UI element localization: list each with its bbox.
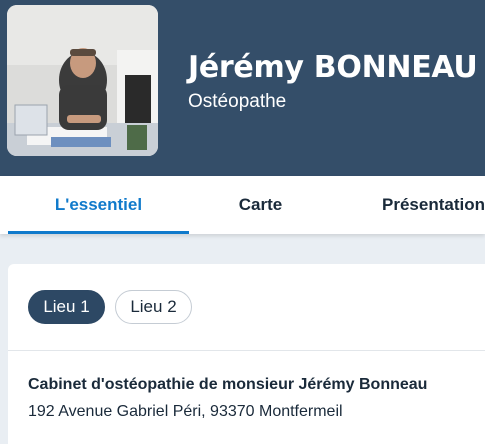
tab-essentiel[interactable]: L'essentiel: [8, 176, 189, 234]
tab-bar: L'essentiel Carte Présentation: [0, 176, 485, 234]
profile-photo: [7, 5, 158, 156]
cabinet-name: Cabinet d'ostéopathie de monsieur Jérémy…: [28, 376, 428, 393]
profile-header: Jérémy BONNEAU Ostéopathe: [0, 0, 485, 176]
practitioner-name: Jérémy BONNEAU: [188, 50, 478, 85]
tab-presentation[interactable]: Présentation: [382, 176, 485, 234]
cabinet-address: 192 Avenue Gabriel Péri, 93370 Montferme…: [28, 403, 343, 420]
location-card: Lieu 1 Lieu 2 Cabinet d'ostéopathie de m…: [8, 264, 485, 444]
tab-carte[interactable]: Carte: [189, 176, 332, 234]
divider: [8, 350, 485, 351]
location-chip-1[interactable]: Lieu 1: [28, 290, 105, 324]
location-chip-2[interactable]: Lieu 2: [115, 290, 192, 324]
practitioner-profession: Ostéopathe: [188, 91, 287, 112]
